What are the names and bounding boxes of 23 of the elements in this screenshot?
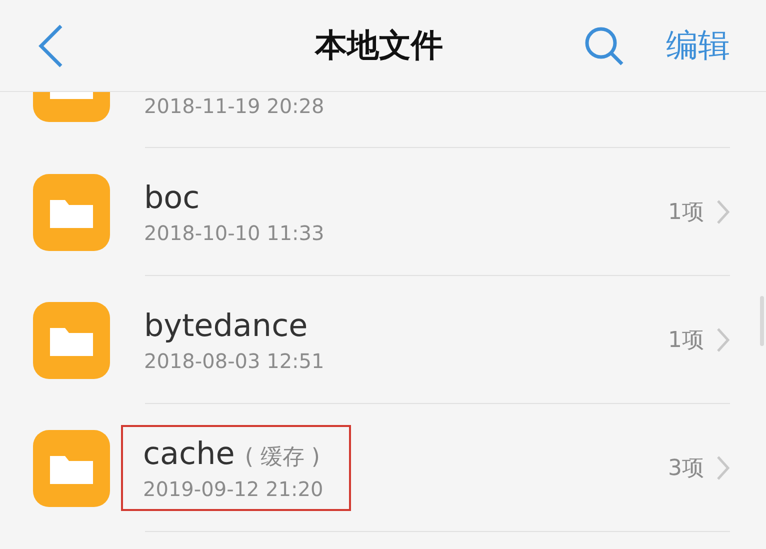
item-count: 1项 bbox=[668, 327, 704, 355]
folder-name: bytedance bbox=[144, 307, 308, 345]
item-count: 1项 bbox=[668, 199, 704, 227]
folder-date: 2018-08-03 12:51 bbox=[144, 349, 324, 373]
folder-name: cache bbox=[143, 435, 235, 473]
page-title: 本地文件 bbox=[314, 24, 444, 66]
folder-date: 2019-09-12 21:20 bbox=[143, 477, 324, 501]
chevron-icon bbox=[716, 199, 730, 225]
folder-date: 2018-10-10 11:33 bbox=[144, 221, 324, 245]
chevron-icon bbox=[716, 455, 730, 481]
folder-row[interactable]: bytedance 2018-08-03 12:51 1项 bbox=[0, 276, 766, 404]
item-count: 3项 bbox=[668, 455, 704, 483]
folder-name: boc bbox=[144, 179, 200, 217]
folder-note: ( 缓存 ) bbox=[244, 444, 320, 472]
folder-date: 2018-11-19 20:28 bbox=[144, 94, 324, 118]
folder-icon bbox=[33, 430, 110, 506]
folder-icon bbox=[33, 302, 110, 378]
folder-row[interactable]: boc 2018-10-10 11:33 1项 bbox=[0, 148, 766, 276]
folder-icon bbox=[33, 174, 110, 250]
search-icon[interactable] bbox=[584, 26, 624, 66]
back-icon[interactable] bbox=[38, 24, 64, 68]
chevron-icon bbox=[716, 327, 730, 353]
folder-row[interactable]: cache ( 缓存 ) 2019-09-12 21:20 3项 bbox=[0, 404, 766, 532]
